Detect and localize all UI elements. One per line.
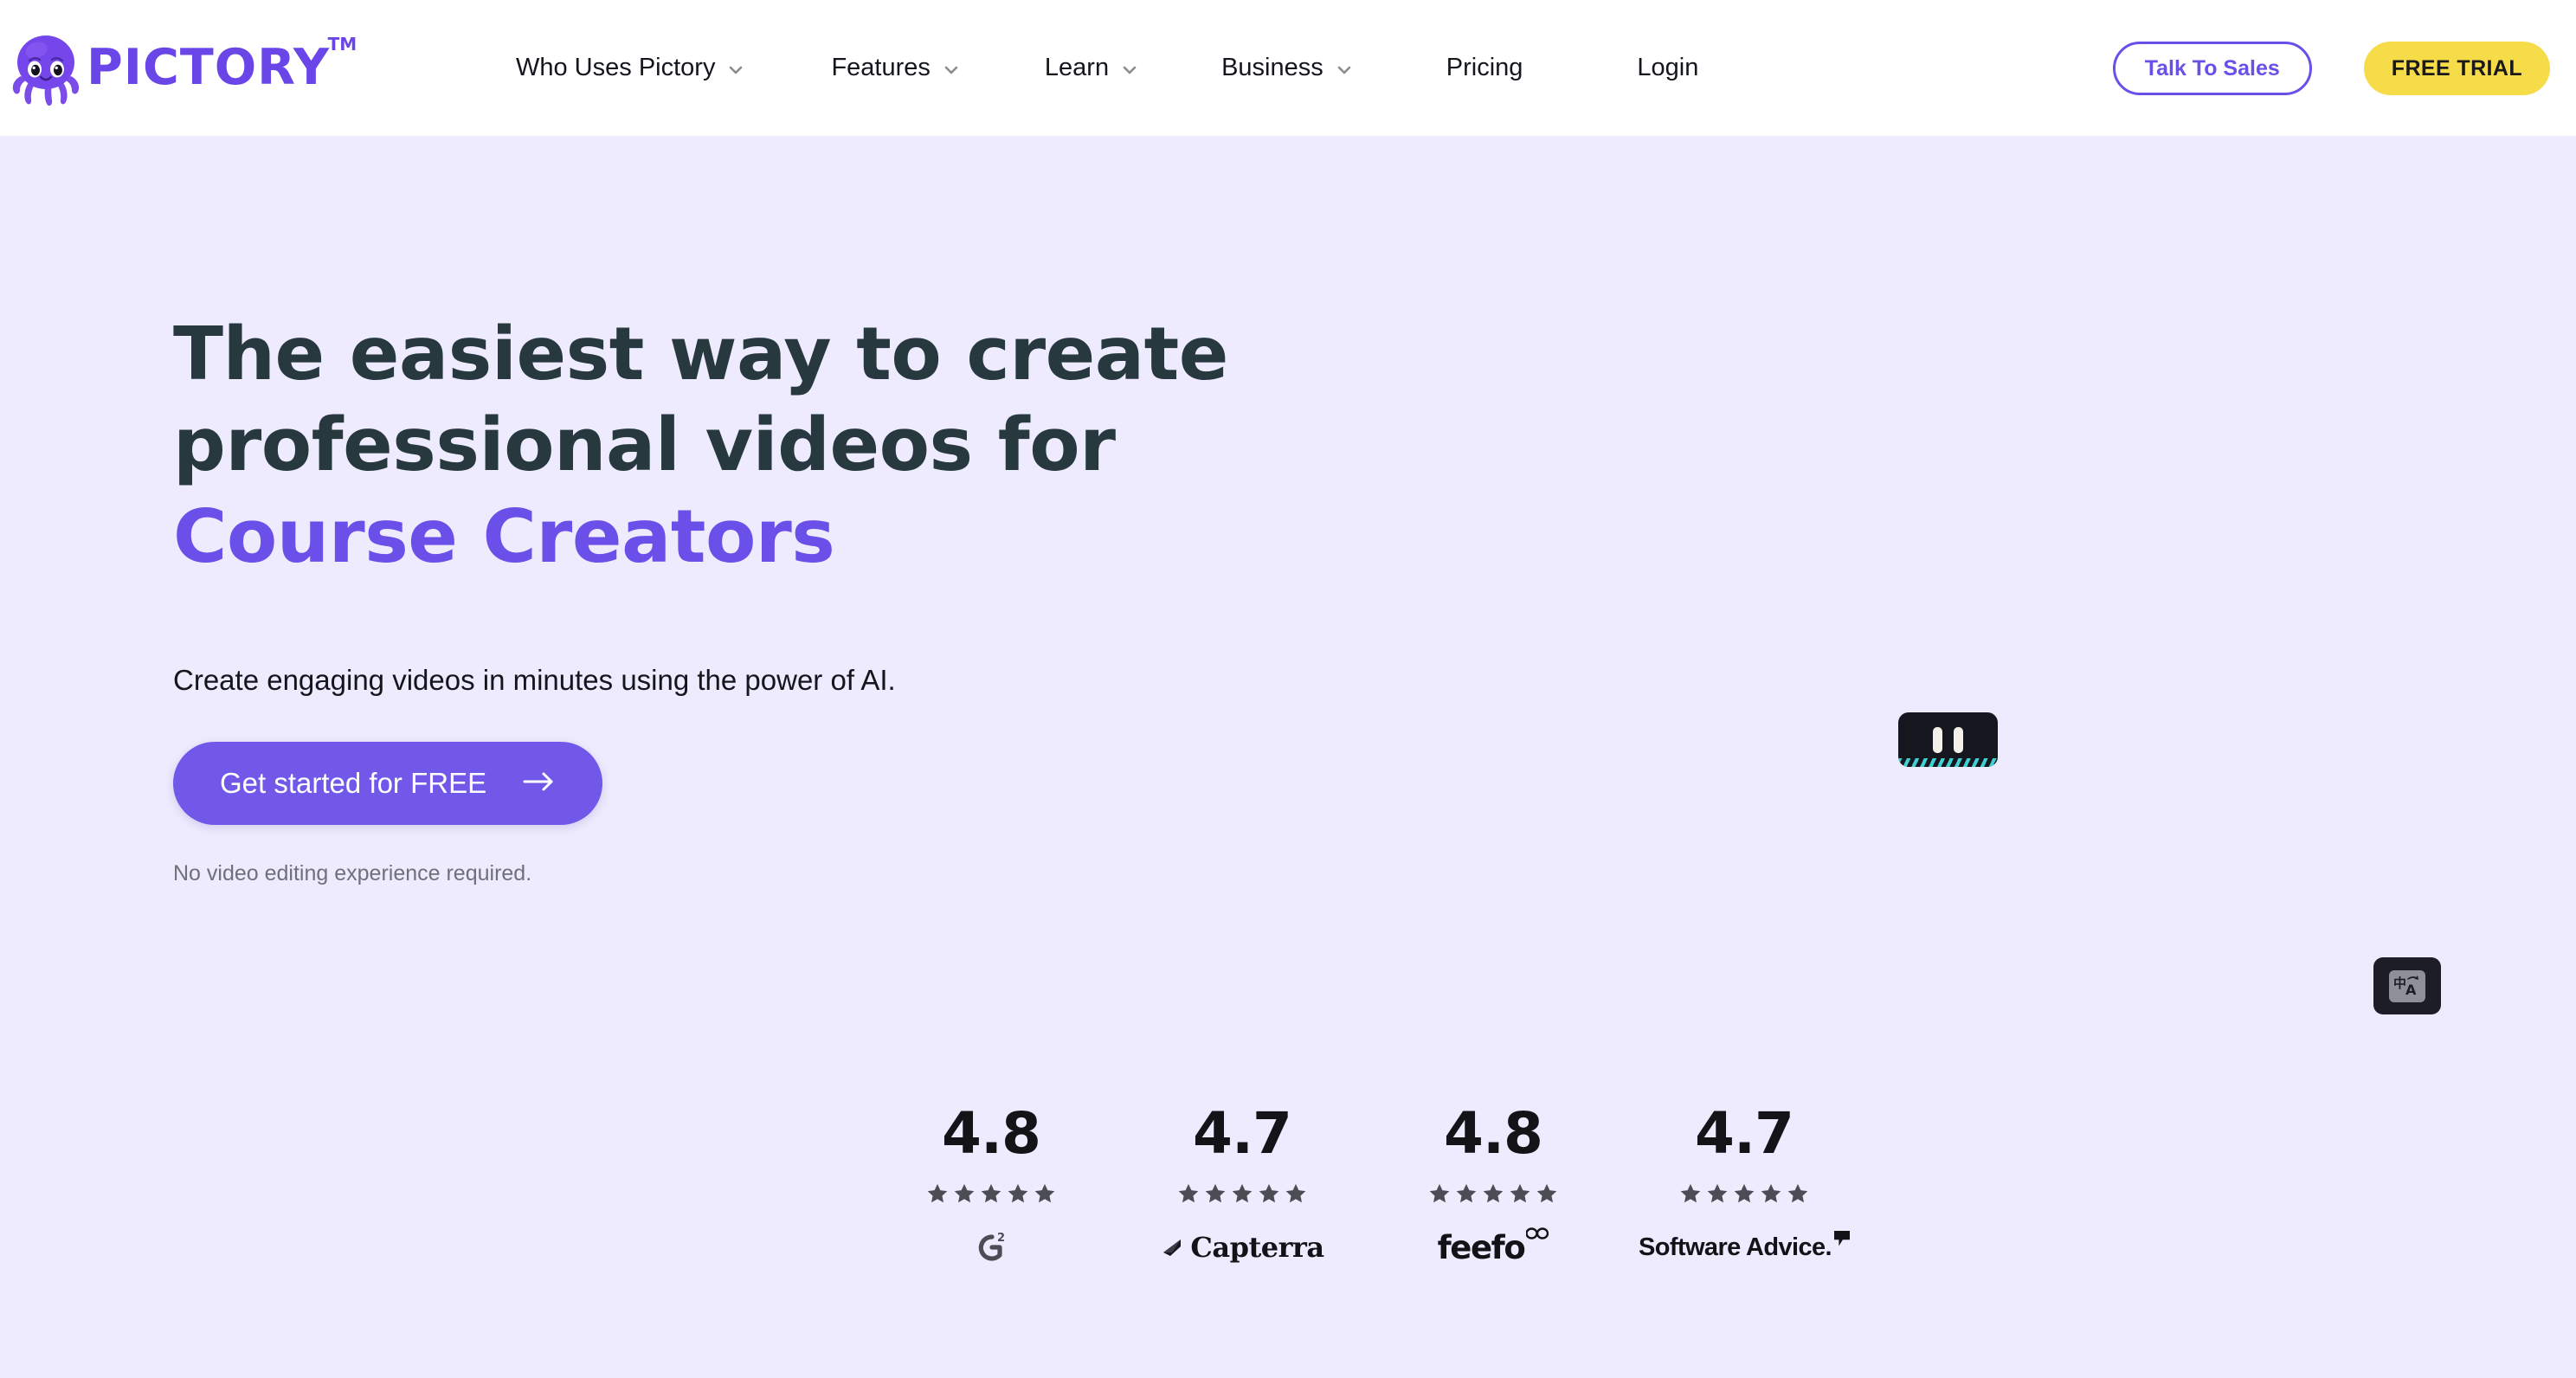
video-translate-button[interactable]: 中 A bbox=[2373, 957, 2441, 1014]
nav-label: Login bbox=[1637, 54, 1699, 81]
feefo-wordmark: feefo bbox=[1437, 1228, 1526, 1266]
star-icon bbox=[1483, 1183, 1504, 1203]
rating-card-capterra: 4.7 Capterra bbox=[1117, 1105, 1368, 1266]
nav-label: Who Uses Pictory bbox=[516, 54, 716, 81]
star-icon bbox=[1707, 1183, 1728, 1203]
star-icon bbox=[1680, 1183, 1701, 1203]
rating-card-software-advice: 4.7 Software Advice. bbox=[1619, 1105, 1870, 1266]
rating-score: 4.8 bbox=[942, 1100, 1041, 1167]
rating-score: 4.7 bbox=[1193, 1100, 1292, 1167]
hero-title-line-2: professional videos for bbox=[173, 402, 1116, 489]
software-advice-wordmark: Software Advice. bbox=[1638, 1233, 1832, 1261]
star-icon bbox=[1178, 1183, 1199, 1203]
g2-logo-icon: 2 bbox=[971, 1228, 1011, 1266]
primary-navigation: Who Uses Pictory Features Learn Business bbox=[516, 0, 1698, 136]
star-icon bbox=[1787, 1183, 1808, 1203]
pause-icon bbox=[1954, 726, 1963, 753]
capterra-mark-icon bbox=[1163, 1240, 1182, 1256]
nav-item-who-uses-pictory[interactable]: Who Uses Pictory bbox=[516, 54, 744, 82]
star-icon bbox=[1510, 1183, 1530, 1203]
rating-card-g2: 4.8 2 bbox=[866, 1105, 1117, 1266]
svg-text:中: 中 bbox=[2393, 976, 2406, 991]
trademark-symbol: TM bbox=[327, 33, 357, 55]
nav-item-features[interactable]: Features bbox=[831, 54, 959, 82]
arrow-right-icon bbox=[523, 767, 556, 800]
video-pause-button[interactable] bbox=[1898, 712, 1998, 767]
star-icon bbox=[927, 1183, 948, 1203]
header-actions: Talk To Sales FREE TRIAL bbox=[2112, 0, 2550, 136]
rating-stars bbox=[925, 1182, 1057, 1206]
nav-item-business[interactable]: Business bbox=[1221, 54, 1353, 82]
hero-copy: The easiest way to create professional v… bbox=[173, 309, 1472, 886]
ratings-row: 4.8 2 4.7 Capterra 4.8 feefo 4.7 Softwar… bbox=[866, 1105, 1870, 1266]
rating-score: 4.7 bbox=[1695, 1100, 1794, 1167]
capterra-wordmark: Capterra bbox=[1190, 1231, 1324, 1264]
free-trial-button[interactable]: FREE TRIAL bbox=[2363, 41, 2550, 95]
svg-text:A: A bbox=[2405, 982, 2417, 998]
cta-label: Get started for FREE bbox=[220, 767, 487, 800]
talk-to-sales-button[interactable]: Talk To Sales bbox=[2112, 41, 2312, 95]
rating-card-feefo: 4.8 feefo bbox=[1368, 1105, 1619, 1266]
rating-stars bbox=[1678, 1182, 1810, 1206]
nav-item-pricing[interactable]: Pricing bbox=[1446, 54, 1523, 82]
capterra-logo-icon: Capterra bbox=[1160, 1228, 1324, 1266]
site-header: PICTORY TM Who Uses Pictory Features Lea… bbox=[0, 0, 2576, 136]
star-icon bbox=[1536, 1183, 1557, 1203]
star-icon bbox=[1034, 1183, 1055, 1203]
star-icon bbox=[1285, 1183, 1306, 1203]
brand-wordmark: PICTORY bbox=[87, 38, 331, 96]
page-title: The easiest way to create professional v… bbox=[173, 309, 1472, 583]
star-icon bbox=[1259, 1183, 1279, 1203]
pictory-logo[interactable]: PICTORY TM bbox=[9, 24, 357, 111]
nav-item-login[interactable]: Login bbox=[1637, 54, 1698, 82]
speech-bubble-icon bbox=[1834, 1230, 1850, 1246]
rating-stars bbox=[1427, 1182, 1559, 1206]
software-advice-logo-icon: Software Advice. bbox=[1639, 1228, 1850, 1266]
chevron-down-icon bbox=[1121, 61, 1138, 79]
rating-stars bbox=[1176, 1182, 1308, 1206]
translate-icon: 中 A bbox=[2389, 969, 2425, 1002]
video-progress-bar[interactable] bbox=[1898, 758, 1998, 767]
hero-title-accent: Course Creators bbox=[173, 493, 835, 580]
get-started-button[interactable]: Get started for FREE bbox=[173, 742, 603, 826]
feefo-logo-icon: feefo bbox=[1437, 1227, 1549, 1266]
star-icon bbox=[1429, 1183, 1450, 1203]
nav-label: Features bbox=[831, 54, 931, 81]
nav-item-learn[interactable]: Learn bbox=[1045, 54, 1138, 82]
nav-label: Learn bbox=[1044, 54, 1110, 81]
hero-section: The easiest way to create professional v… bbox=[0, 136, 2576, 1378]
chevron-down-icon bbox=[1336, 61, 1353, 79]
feefo-eyes-icon bbox=[1526, 1227, 1549, 1240]
star-icon bbox=[1232, 1183, 1253, 1203]
chevron-down-icon bbox=[727, 61, 744, 79]
chevron-down-icon bbox=[943, 61, 960, 79]
nav-label: Business bbox=[1221, 54, 1323, 81]
hero-note: No video editing experience required. bbox=[173, 861, 532, 886]
pause-icon bbox=[1933, 726, 1942, 753]
nav-label: Pricing bbox=[1446, 54, 1523, 81]
star-icon bbox=[1008, 1183, 1028, 1203]
octopus-mascot-icon bbox=[9, 28, 83, 107]
star-icon bbox=[1734, 1183, 1755, 1203]
star-icon bbox=[1456, 1183, 1477, 1203]
star-icon bbox=[1761, 1183, 1781, 1203]
svg-text:2: 2 bbox=[997, 1232, 1005, 1245]
rating-score: 4.8 bbox=[1444, 1100, 1543, 1167]
hero-title-line-1: The easiest way to create bbox=[173, 312, 1228, 397]
star-icon bbox=[981, 1183, 1001, 1203]
star-icon bbox=[1205, 1183, 1226, 1203]
star-icon bbox=[954, 1183, 975, 1203]
hero-subtitle: Create engaging videos in minutes using … bbox=[173, 664, 896, 697]
